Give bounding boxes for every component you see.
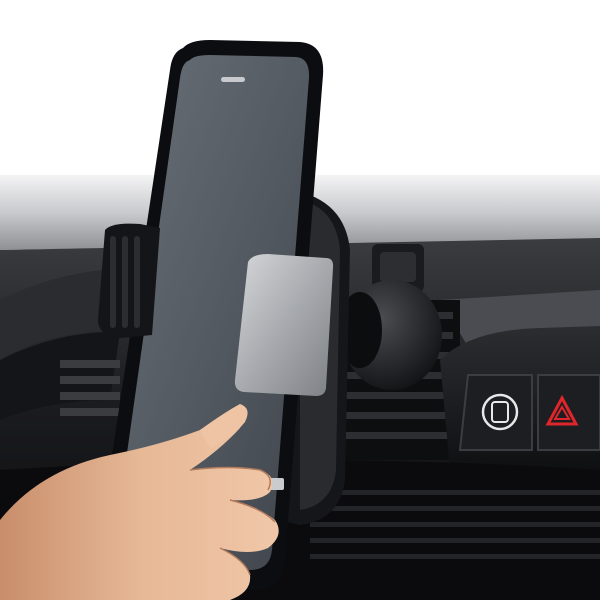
left-clamp-arm — [98, 223, 160, 338]
right-clamp-arm — [234, 254, 334, 396]
hazard-button[interactable] — [537, 374, 600, 451]
product-photo — [0, 0, 600, 600]
car-mount-illustration — [0, 0, 600, 600]
car-lock-button[interactable] — [458, 374, 533, 451]
phone-speaker — [221, 77, 245, 82]
